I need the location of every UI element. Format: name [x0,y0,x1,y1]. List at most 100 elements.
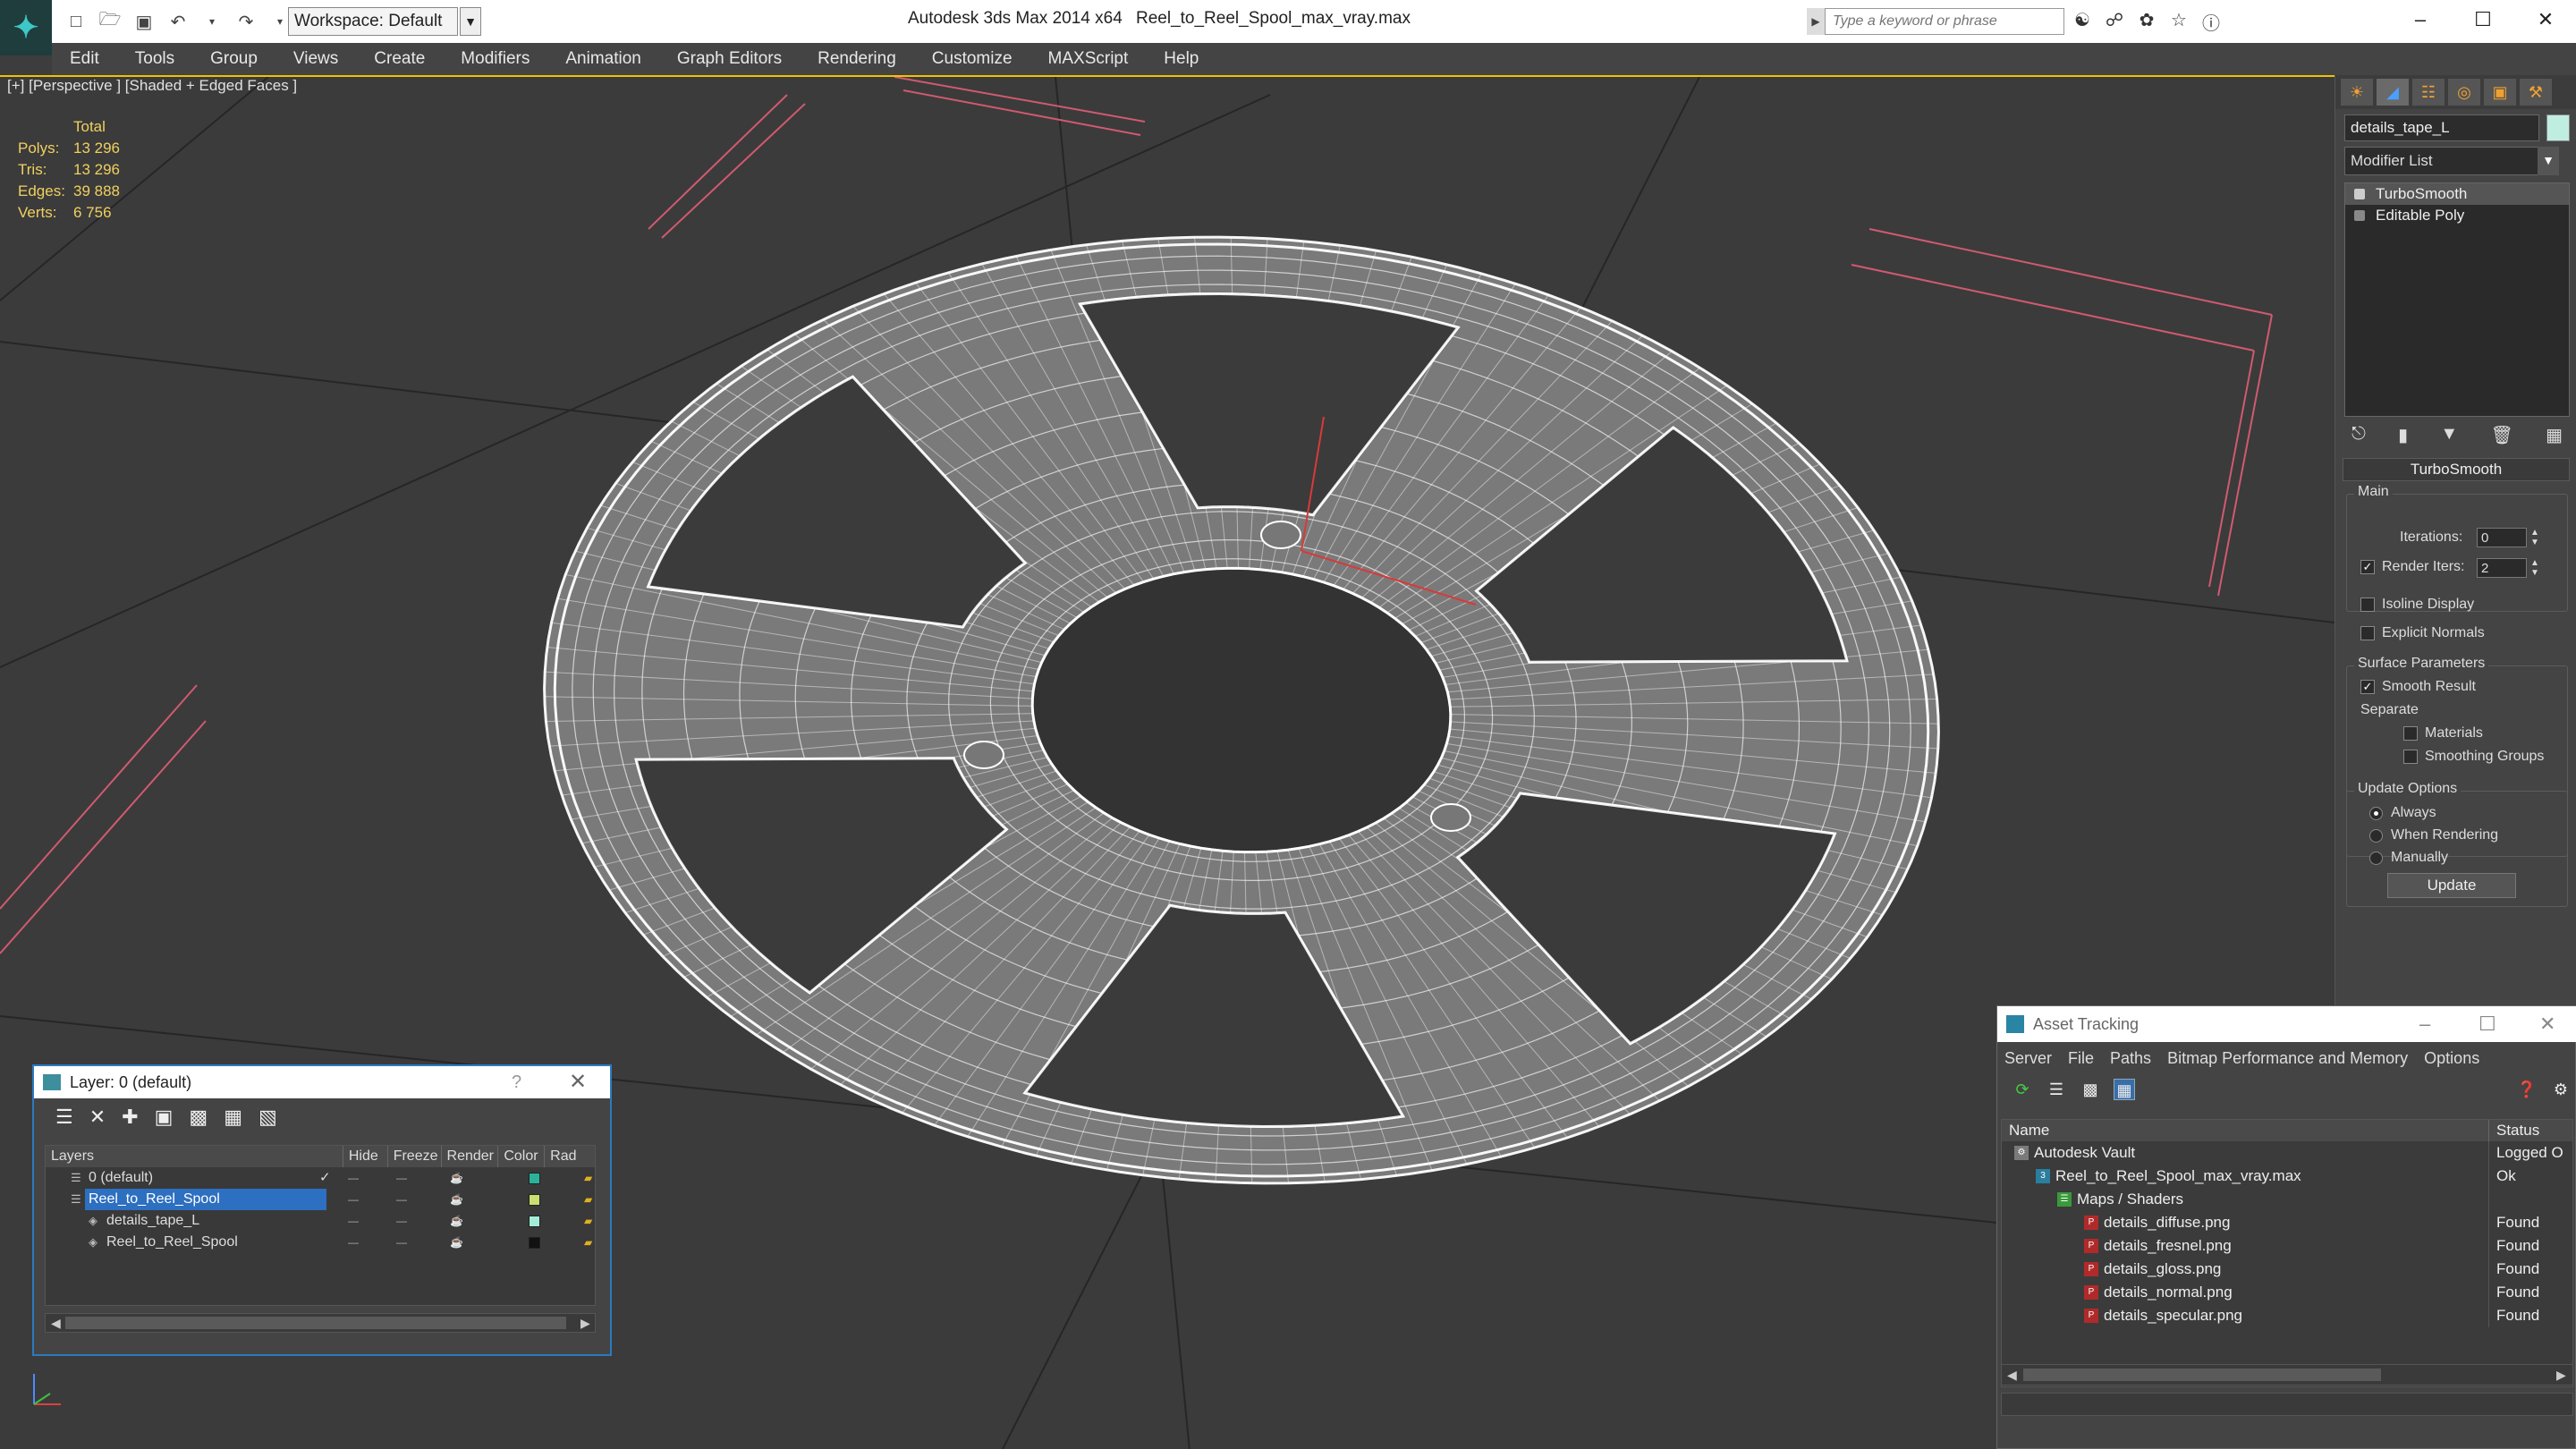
asset-row[interactable]: ⚙ Autodesk Vault Logged O [2002,1141,2572,1165]
asset-name[interactable]: details_specular.png [2104,1304,2242,1327]
asset-name[interactable]: Maps / Shaders [2077,1188,2183,1211]
asset-maximize-button[interactable]: ☐ [2479,1006,2496,1042]
asset-row[interactable]: Pdetails_gloss.png Found [2002,1258,2572,1281]
col-hide[interactable]: Hide [343,1146,388,1167]
col-render[interactable]: Render [442,1146,499,1167]
radiosity-icon[interactable]: ▰ [584,1232,592,1253]
always-radio[interactable] [2369,807,2383,820]
add-to-layer-icon[interactable]: ✚ [122,1106,138,1129]
layer-row[interactable]: ☰ 0 (default) — — ☕ ✓ ▰ [46,1167,595,1189]
undo-dropdown-icon[interactable]: ▾ [200,10,224,33]
object-name-field[interactable] [2344,114,2539,141]
manually-radio[interactable] [2369,852,2383,865]
col-color[interactable]: Color [498,1146,546,1167]
asset-row[interactable]: ☰ Maps / Shaders [2002,1188,2572,1211]
reel-to-reel-spool-wireframe[interactable] [543,235,1940,1185]
isoline-display-checkbox[interactable] [2360,597,2375,612]
modifier-list-dropdown[interactable]: Modifier List [2344,147,2559,175]
layer-window-help-button[interactable]: ? [512,1066,521,1098]
asset-name[interactable]: Autodesk Vault [2034,1141,2135,1165]
scroll-left-icon[interactable]: ◀ [2007,1365,2017,1385]
asset-name[interactable]: Reel_to_Reel_Spool_max_vray.max [2055,1165,2301,1188]
render-iters-spinner[interactable] [2477,558,2527,578]
menu-group[interactable]: Group [192,49,275,69]
menu-help[interactable]: Help [1146,49,1216,69]
radiosity-icon[interactable]: ▰ [584,1189,592,1210]
layer-window-close-button[interactable]: ✕ [569,1066,587,1098]
layer-name[interactable]: Reel_to_Reel_Spool [103,1232,242,1253]
settings-icon[interactable]: ⚙ [2550,1079,2572,1100]
hide-toggle-icon[interactable]: — [348,1189,359,1210]
hide-toggle-icon[interactable]: — [348,1167,359,1189]
scrollbar-thumb[interactable] [2023,1368,2381,1381]
search-expand-icon[interactable]: ▶ [1807,8,1825,35]
motion-tab-icon[interactable]: ◎ [2448,79,2480,106]
asset-name[interactable]: details_fresnel.png [2104,1234,2232,1258]
select-objects-icon[interactable]: ▣ [155,1106,174,1129]
highlight-selected-icon[interactable]: ▩ [189,1106,208,1129]
render-teapot-icon[interactable]: ☕ [450,1167,463,1189]
freeze-toggle-icon[interactable]: — [396,1167,407,1189]
menu-views[interactable]: Views [275,49,356,69]
asset-row[interactable]: Pdetails_specular.png Found [2002,1304,2572,1327]
layer-name[interactable]: 0 (default) [85,1167,157,1189]
materials-checkbox[interactable] [2403,726,2418,741]
freeze-unfreeze-all-icon[interactable]: ▧ [258,1106,277,1129]
refresh-icon[interactable]: ⟳ [2012,1079,2033,1100]
col-name[interactable]: Name [2009,1120,2049,1141]
scroll-left-icon[interactable]: ◀ [51,1314,61,1332]
configure-modifier-sets-icon[interactable]: ▦ [2546,424,2563,451]
menu-customize[interactable]: Customize [914,49,1030,69]
asset-name[interactable]: details_diffuse.png [2104,1211,2230,1234]
asset-horizontal-scrollbar[interactable]: ◀ ▶ [2001,1364,2573,1385]
redo-icon[interactable]: ↷ [234,10,258,33]
thumbnail-view-icon[interactable]: ▩ [2080,1079,2101,1100]
undo-icon[interactable]: ↶ [166,10,190,33]
asset-menu-options[interactable]: Options [2424,1046,2479,1071]
asset-close-button[interactable]: ✕ [2539,1006,2555,1042]
binoculars-icon[interactable]: ☯ [2072,9,2093,32]
help-icon[interactable]: ❓ [2516,1079,2538,1100]
subscription-icon[interactable]: ☍ [2104,9,2125,32]
scrollbar-thumb[interactable] [65,1317,566,1329]
make-unique-icon[interactable]: ▼ [2440,424,2458,451]
freeze-toggle-icon[interactable]: — [396,1210,407,1232]
asset-name[interactable]: details_normal.png [2104,1281,2233,1304]
menu-create[interactable]: Create [356,49,443,69]
asset-name[interactable]: details_gloss.png [2104,1258,2221,1281]
show-end-result-icon[interactable]: ▮ [2398,424,2408,451]
remove-modifier-icon[interactable]: 🗑 [2490,424,2512,451]
menu-maxscript[interactable]: MAXScript [1030,49,1147,69]
scroll-right-icon[interactable]: ▶ [580,1314,590,1332]
layer-window-title-bar[interactable]: Layer: 0 (default) [34,1066,610,1098]
layer-color-swatch[interactable] [529,1194,540,1206]
expand-plus-icon[interactable] [2354,210,2365,221]
menu-tools[interactable]: Tools [117,49,192,69]
app-logo-button[interactable]: ✦ [0,0,52,55]
current-layer-check-icon[interactable]: ✓ [319,1167,331,1189]
hide-unhide-all-icon[interactable]: ▦ [224,1106,242,1129]
asset-menu-bitmap-performance[interactable]: Bitmap Performance and Memory [2167,1046,2408,1071]
turbosmooth-rollout-header[interactable]: TurboSmooth [2343,458,2570,481]
layer-color-swatch[interactable] [529,1216,540,1227]
menu-animation[interactable]: Animation [547,49,659,69]
render-teapot-icon[interactable]: ☕ [450,1232,463,1253]
maximize-button[interactable]: ☐ [2456,4,2510,36]
table-view-icon[interactable]: ▦ [2114,1079,2135,1100]
spinner-arrows-icon[interactable]: ▲ ▼ [2529,528,2541,547]
save-file-icon[interactable]: ▣ [132,10,156,33]
minimize-button[interactable]: – [2394,4,2447,36]
layer-row[interactable]: ☰ Reel_to_Reel_Spool — — ☕ ▰ [46,1189,595,1210]
col-freeze[interactable]: Freeze [388,1146,442,1167]
asset-row[interactable]: Pdetails_normal.png Found [2002,1281,2572,1304]
layer-row[interactable]: ◈ Reel_to_Reel_Spool — — ☕ ▰ [46,1232,595,1253]
freeze-toggle-icon[interactable]: — [396,1232,407,1253]
object-color-swatch[interactable] [2546,114,2570,141]
menu-modifiers[interactable]: Modifiers [443,49,547,69]
layer-color-swatch[interactable] [529,1237,540,1249]
communication-icon[interactable]: ✿ [2136,9,2157,32]
lightbulb-icon[interactable] [2354,189,2365,199]
iterations-spinner[interactable] [2477,528,2527,547]
asset-menu-paths[interactable]: Paths [2110,1046,2151,1071]
display-tab-icon[interactable]: ▣ [2484,79,2516,106]
